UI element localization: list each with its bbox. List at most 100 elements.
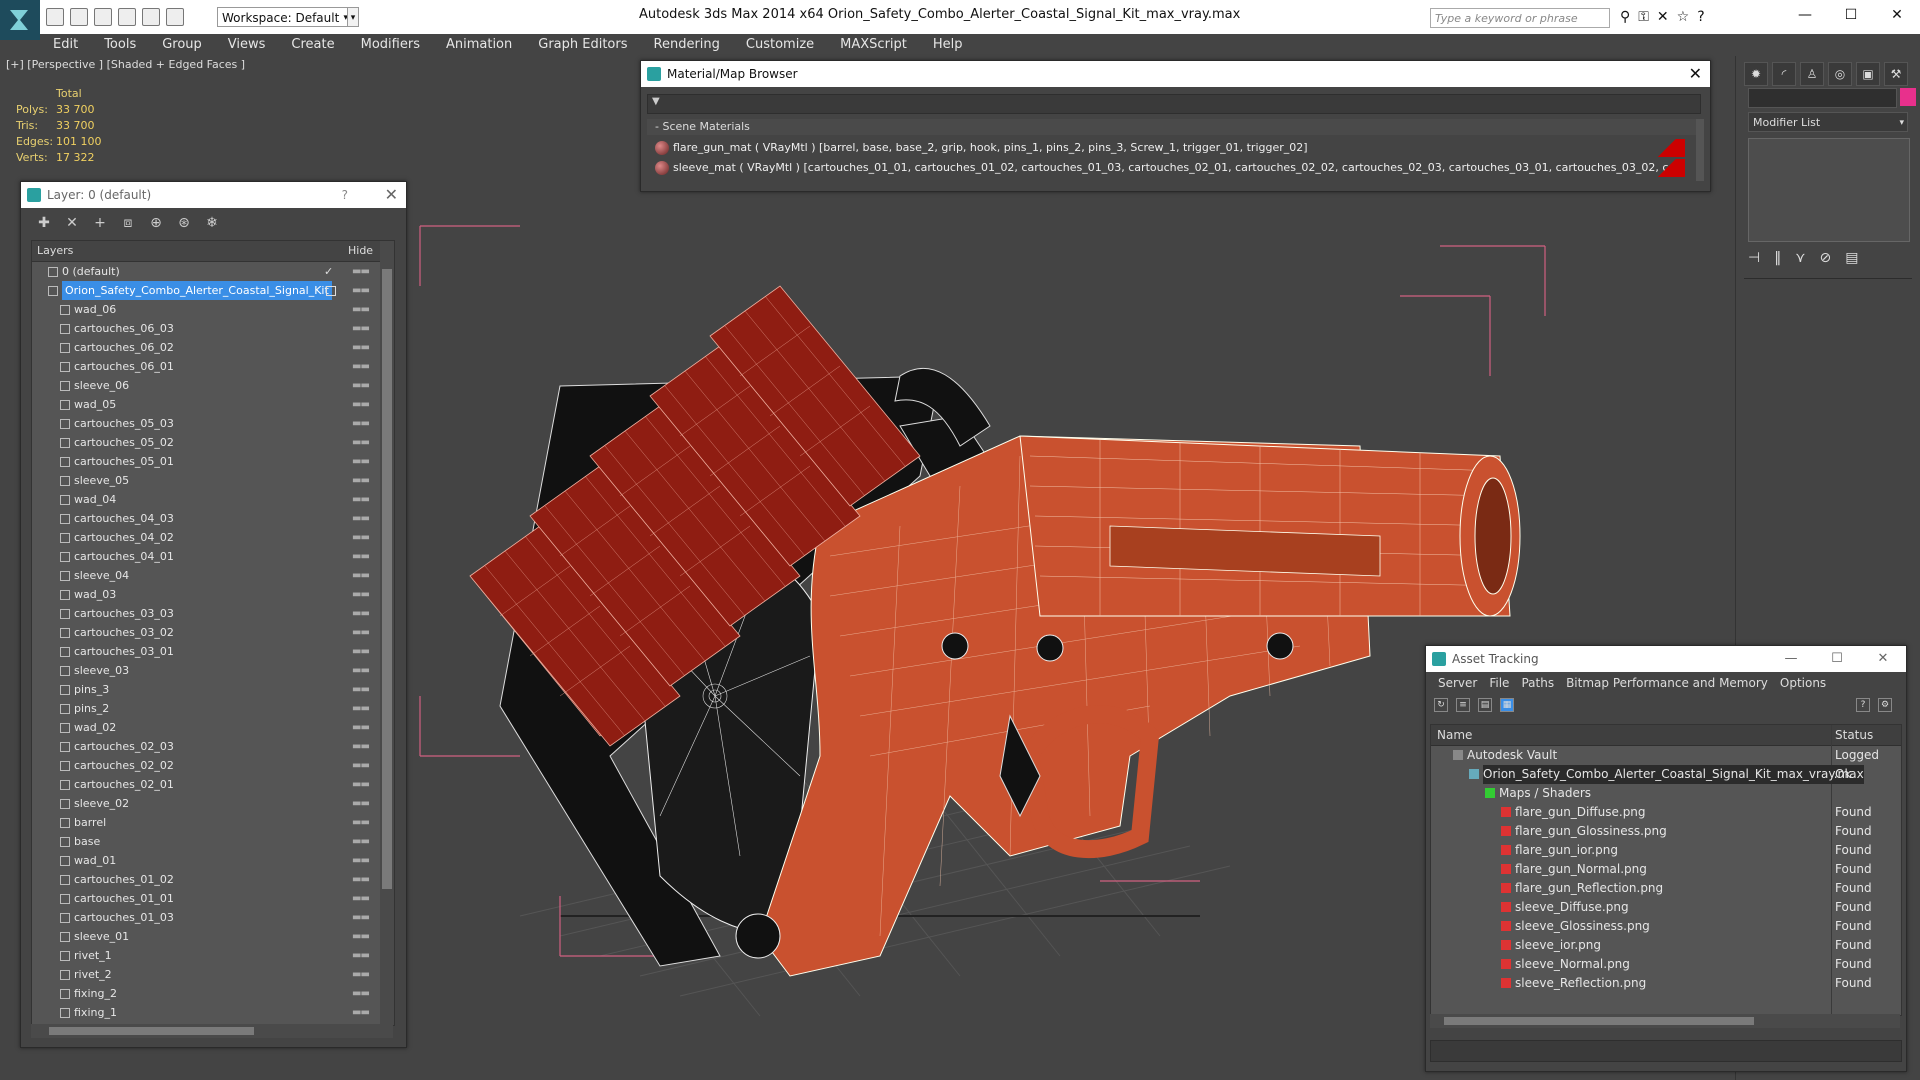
- menu-rendering[interactable]: Rendering: [641, 34, 733, 56]
- object-color-swatch[interactable]: [1900, 88, 1916, 106]
- hide-toggle[interactable]: ▬▬: [352, 376, 370, 395]
- layer-row[interactable]: cartouches_03_02 ▬▬: [32, 623, 394, 642]
- hide-all-icon[interactable]: ⊛: [175, 215, 193, 231]
- help-icon[interactable]: ?: [1697, 9, 1704, 25]
- hide-toggle[interactable]: ▬▬: [352, 946, 370, 965]
- menu-options[interactable]: Options: [1774, 672, 1832, 694]
- layer-row[interactable]: cartouches_01_02 ▬▬: [32, 870, 394, 889]
- menu-graph-editors[interactable]: Graph Editors: [525, 34, 640, 56]
- asset-row[interactable]: flare_gun_Diffuse.png Found: [1431, 803, 1901, 822]
- menu-animation[interactable]: Animation: [433, 34, 525, 56]
- make-unique-icon[interactable]: ⋎: [1795, 250, 1805, 266]
- hide-toggle[interactable]: ▬▬: [352, 585, 370, 604]
- material-browser-titlebar[interactable]: Material/Map Browser ✕: [641, 61, 1710, 87]
- search-input[interactable]: Type a keyword or phrase: [1430, 8, 1610, 28]
- vertical-scrollbar[interactable]: [1696, 119, 1704, 181]
- hide-toggle[interactable]: ▬▬: [352, 281, 370, 300]
- refresh-icon[interactable]: ↻: [1434, 698, 1448, 712]
- hide-toggle[interactable]: ▬▬: [352, 965, 370, 984]
- layer-row[interactable]: cartouches_02_03 ▬▬: [32, 737, 394, 756]
- hide-toggle[interactable]: ▬▬: [352, 1003, 370, 1022]
- hide-toggle[interactable]: ▬▬: [352, 471, 370, 490]
- highlight-layer-icon[interactable]: ⊕: [147, 215, 165, 231]
- viewport-label[interactable]: [+] [Perspective ] [Shaded + Edged Faces…: [6, 58, 245, 71]
- modifier-stack[interactable]: [1748, 138, 1910, 242]
- current-layer-check-icon[interactable]: ✓: [324, 262, 333, 281]
- scroll-thumb[interactable]: [1444, 1017, 1754, 1025]
- hide-toggle[interactable]: ▬▬: [352, 433, 370, 452]
- hide-toggle[interactable]: ▬▬: [352, 984, 370, 1003]
- hide-toggle[interactable]: ▬▬: [352, 832, 370, 851]
- hide-toggle[interactable]: ▬▬: [352, 661, 370, 680]
- column-status[interactable]: Status: [1835, 725, 1873, 745]
- open-file-icon[interactable]: [70, 8, 88, 26]
- hide-toggle[interactable]: ▬▬: [352, 528, 370, 547]
- close-icon[interactable]: ✕: [1689, 61, 1702, 87]
- filter-icon[interactable]: ▼: [652, 96, 660, 107]
- utilities-tab-icon[interactable]: ⚒: [1884, 62, 1908, 86]
- layer-row[interactable]: wad_03 ▬▬: [32, 585, 394, 604]
- hide-toggle[interactable]: ▬▬: [352, 490, 370, 509]
- layer-row[interactable]: cartouches_01_03 ▬▬: [32, 908, 394, 927]
- close-button[interactable]: ✕: [1874, 0, 1920, 30]
- layer-row[interactable]: base ▬▬: [32, 832, 394, 851]
- close-button[interactable]: ✕: [1860, 646, 1906, 672]
- vertical-scrollbar[interactable]: [380, 241, 394, 1025]
- object-name-field[interactable]: [1748, 88, 1897, 108]
- menu-maxscript[interactable]: MAXScript: [827, 34, 920, 56]
- layer-row[interactable]: pins_2 ▬▬: [32, 699, 394, 718]
- column-name[interactable]: Name: [1437, 725, 1472, 745]
- menu-group[interactable]: Group: [149, 34, 215, 56]
- new-file-icon[interactable]: [46, 8, 64, 26]
- hide-toggle[interactable]: ▬▬: [352, 414, 370, 433]
- hide-toggle[interactable]: ▬▬: [352, 775, 370, 794]
- menu-create[interactable]: Create: [278, 34, 347, 56]
- create-tab-icon[interactable]: ✹: [1744, 62, 1768, 86]
- asset-row[interactable]: Autodesk VaultLogged Out: [1431, 746, 1901, 781]
- layer-row[interactable]: cartouches_04_02 ▬▬: [32, 528, 394, 547]
- hide-toggle[interactable]: ▬▬: [352, 889, 370, 908]
- select-objects-icon[interactable]: ⧈: [119, 215, 137, 231]
- detail-view-icon[interactable]: ▤: [1478, 698, 1492, 712]
- asset-row[interactable]: Orion_Safety_Combo_Alerter_Coastal_Signa…: [1431, 765, 1901, 784]
- hide-toggle[interactable]: ▬▬: [352, 357, 370, 376]
- asset-row[interactable]: flare_gun_Normal.png Found: [1431, 860, 1901, 879]
- column-layers[interactable]: Layers: [37, 241, 73, 261]
- layer-row[interactable]: sleeve_05 ▬▬: [32, 471, 394, 490]
- hide-toggle[interactable]: ▬▬: [352, 604, 370, 623]
- asset-row[interactable]: sleeve_Reflection.png Found: [1431, 974, 1901, 993]
- create-layer-icon[interactable]: ✚: [35, 215, 53, 231]
- hide-toggle[interactable]: ▬▬: [352, 642, 370, 661]
- asset-row[interactable]: sleeve_Normal.png Found: [1431, 955, 1901, 974]
- asset-row[interactable]: flare_gun_ior.png Found: [1431, 841, 1901, 860]
- layer-row[interactable]: pins_3 ▬▬: [32, 680, 394, 699]
- asset-row[interactable]: sleeve_Glossiness.png Found: [1431, 917, 1901, 936]
- layer-row[interactable]: sleeve_01 ▬▬: [32, 927, 394, 946]
- horizontal-scrollbar[interactable]: [1430, 1014, 1900, 1028]
- layer-row[interactable]: Orion_Safety_Combo_Alerter_Coastal_Signa…: [32, 281, 394, 300]
- motion-tab-icon[interactable]: ◎: [1828, 62, 1852, 86]
- workspace-dropdown-button[interactable]: ▾: [347, 7, 359, 27]
- hide-toggle[interactable]: ▬▬: [352, 870, 370, 889]
- hide-toggle[interactable]: ▬▬: [352, 300, 370, 319]
- menu-bitmap-performance[interactable]: Bitmap Performance and Memory: [1560, 672, 1774, 694]
- asset-row[interactable]: sleeve_ior.png Found: [1431, 936, 1901, 955]
- layer-row[interactable]: sleeve_03 ▬▬: [32, 661, 394, 680]
- hide-toggle[interactable]: ▬▬: [352, 547, 370, 566]
- layer-row[interactable]: fixing_2 ▬▬: [32, 984, 394, 1003]
- make-current-checkbox[interactable]: [326, 286, 336, 296]
- modify-tab-icon[interactable]: ◜: [1772, 62, 1796, 86]
- asset-row[interactable]: Maps / Shaders: [1431, 784, 1901, 803]
- layer-row[interactable]: barrel ▬▬: [32, 813, 394, 832]
- layer-row[interactable]: cartouches_05_02 ▬▬: [32, 433, 394, 452]
- hide-toggle[interactable]: ▬▬: [352, 319, 370, 338]
- layer-row[interactable]: cartouches_06_02 ▬▬: [32, 338, 394, 357]
- minimize-button[interactable]: —: [1782, 0, 1828, 30]
- modifier-list-dropdown[interactable]: Modifier List ▾: [1748, 112, 1908, 132]
- remove-modifier-icon[interactable]: ⊘: [1819, 250, 1831, 266]
- menu-server[interactable]: Server: [1432, 672, 1483, 694]
- help-button[interactable]: ?: [342, 182, 348, 208]
- hide-toggle[interactable]: ▬▬: [352, 623, 370, 642]
- layer-row[interactable]: rivet_2 ▬▬: [32, 965, 394, 984]
- menu-edit[interactable]: Edit: [40, 34, 91, 56]
